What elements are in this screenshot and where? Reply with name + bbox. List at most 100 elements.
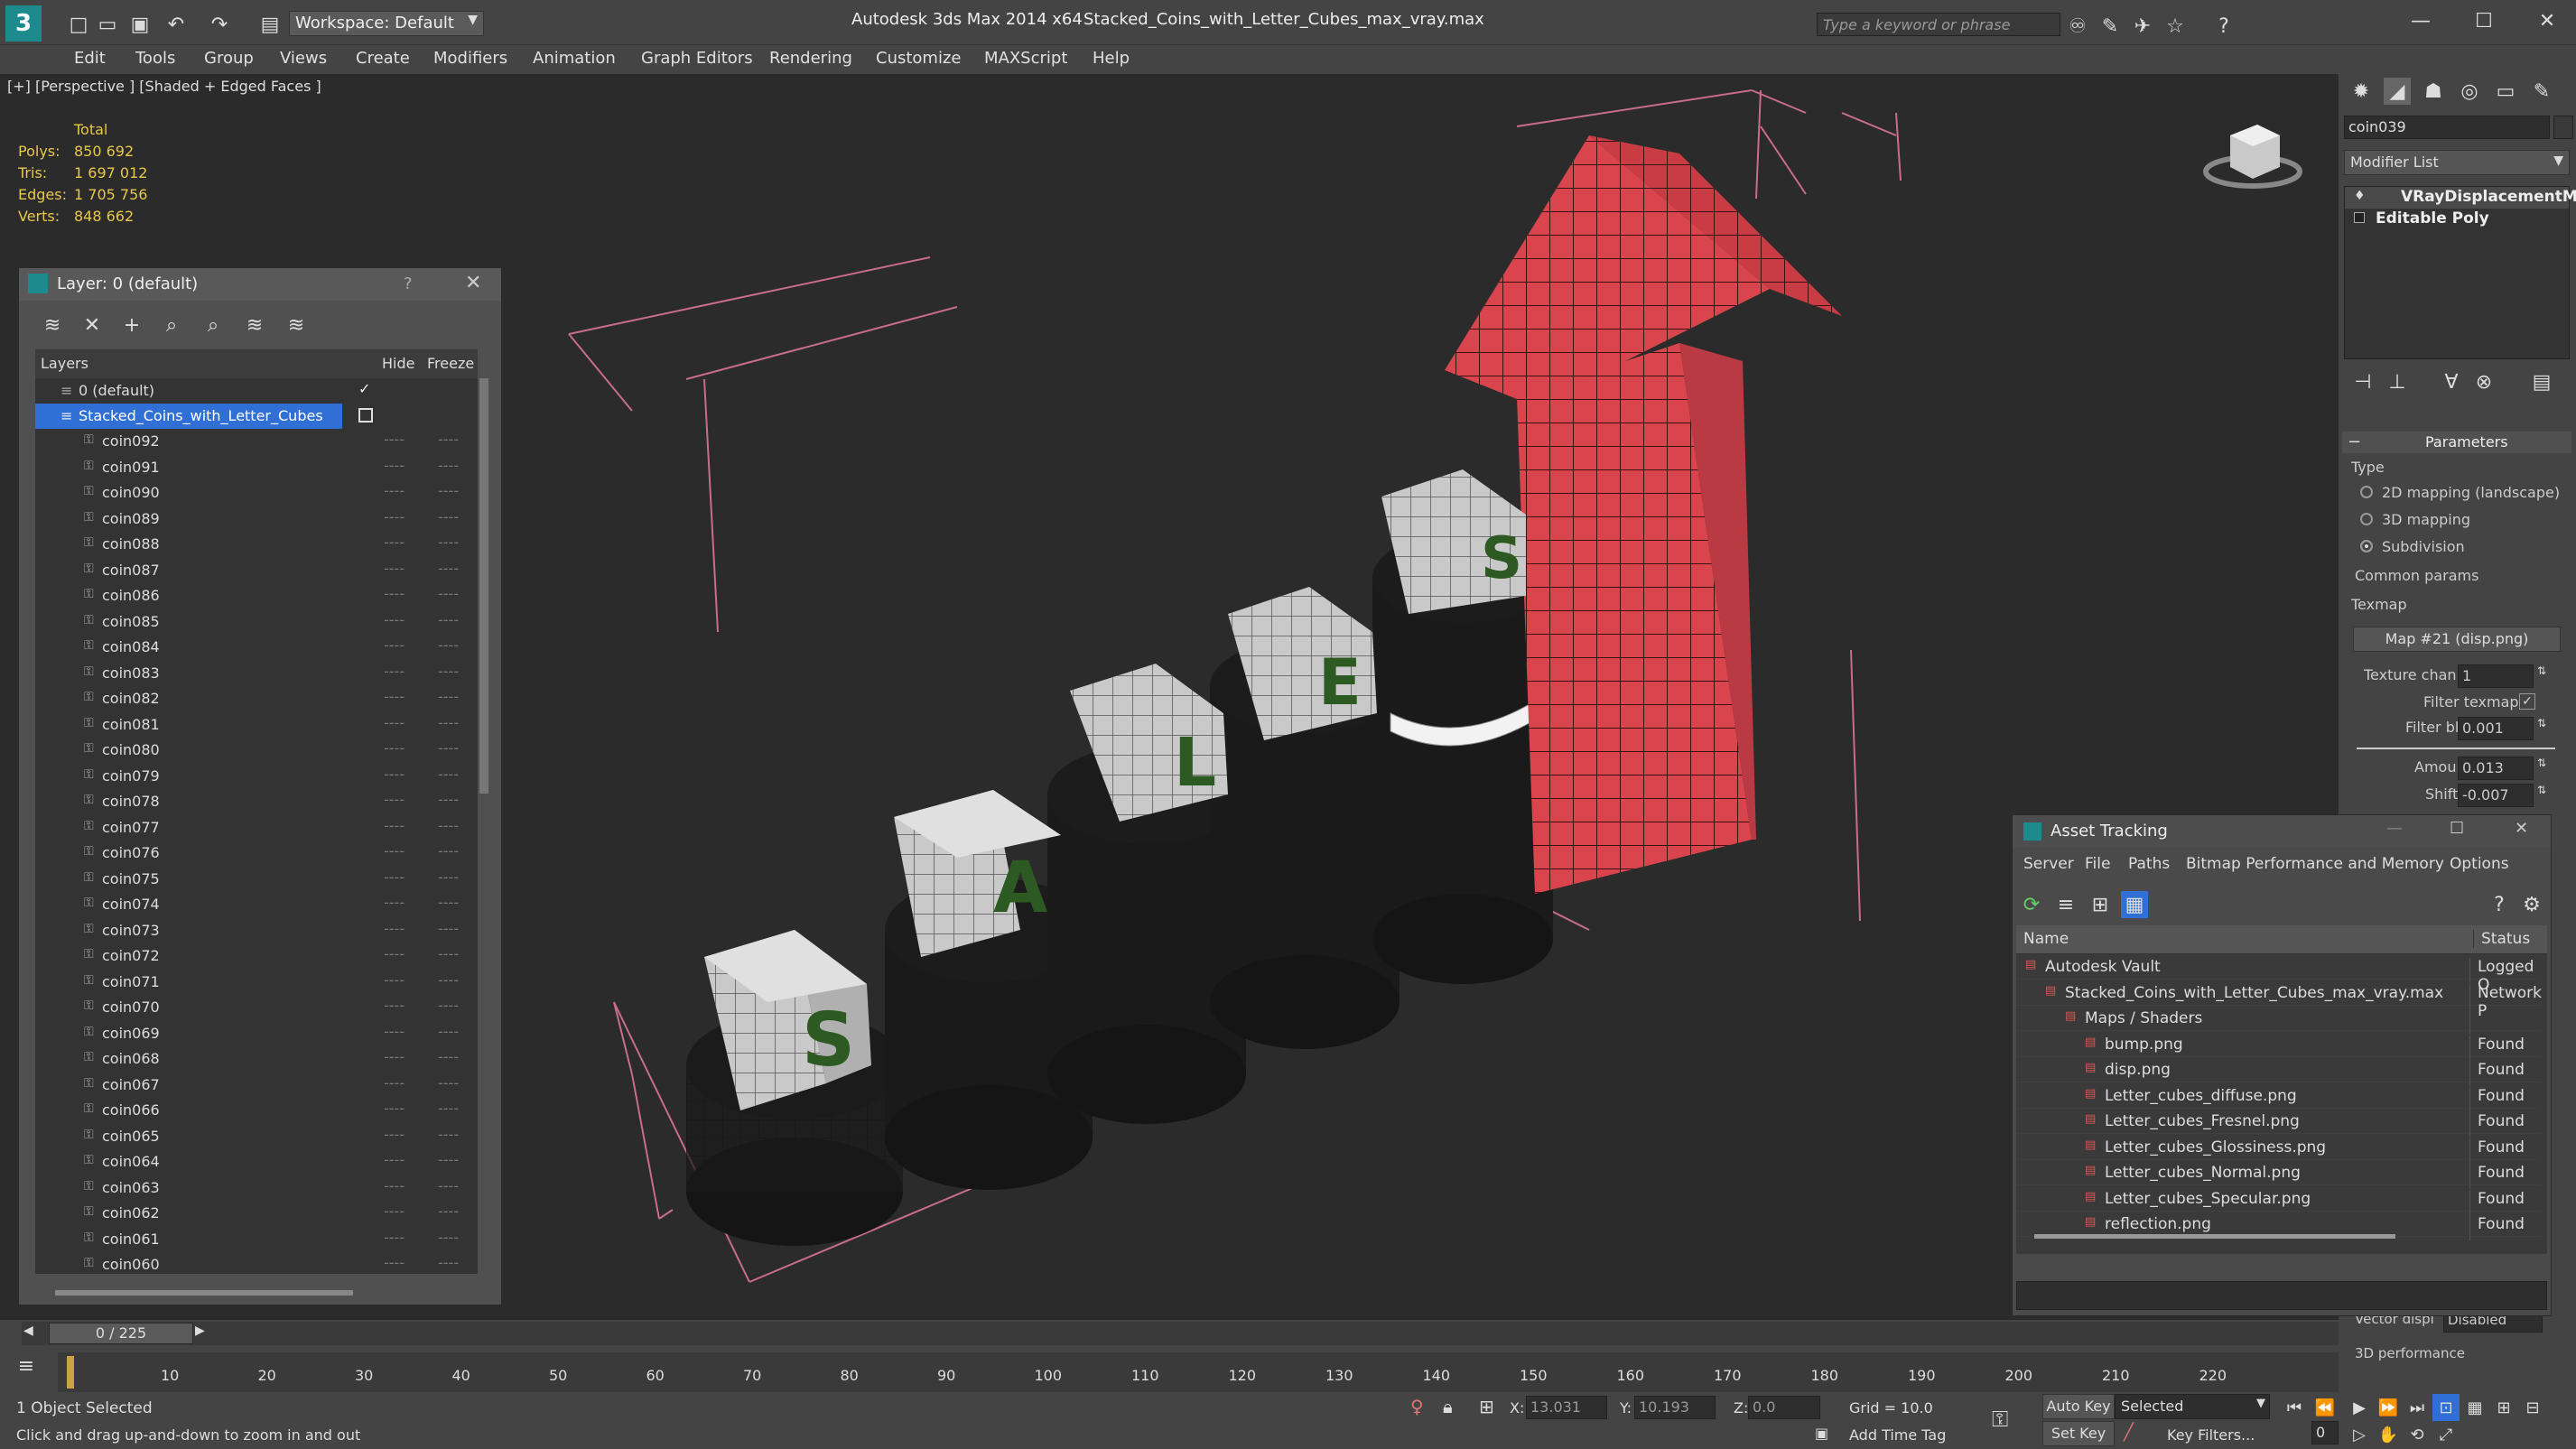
freeze-toggle[interactable]: ----: [438, 1229, 459, 1246]
current-frame-marker[interactable]: [67, 1356, 74, 1389]
asset-row[interactable]: ▤ Maps / Shaders: [2016, 1006, 2542, 1035]
hide-toggle[interactable]: ----: [384, 1126, 405, 1143]
option-3d-mapping[interactable]: 3D mapping: [2382, 511, 2470, 528]
freeze-toggle[interactable]: ----: [438, 1048, 459, 1065]
save-icon[interactable]: ▣: [126, 11, 153, 38]
menu-maxscript[interactable]: MAXScript: [984, 49, 1067, 68]
hide-toggle[interactable]: ----: [384, 534, 405, 551]
layer-row-selected[interactable]: ≡ Stacked_Coins_with_Letter_Cubes: [35, 404, 342, 429]
show-end-result-icon[interactable]: ⊥: [2384, 368, 2411, 395]
hide-toggle[interactable]: ----: [384, 945, 405, 962]
freeze-toggle[interactable]: ----: [438, 1074, 459, 1091]
hide-toggle[interactable]: ----: [384, 791, 405, 808]
freeze-toggle[interactable]: ----: [438, 1023, 459, 1040]
shift-spinner[interactable]: -0.007: [2458, 784, 2534, 807]
asset-row[interactable]: ▤ disp.png Found: [2016, 1057, 2542, 1086]
menu-edit[interactable]: Edit: [74, 49, 106, 68]
add-to-layer-icon[interactable]: +: [118, 311, 145, 339]
menu-customize[interactable]: Customize: [876, 49, 961, 68]
object-name-field[interactable]: coin039: [2344, 116, 2550, 139]
hide-toggle[interactable]: ----: [384, 560, 405, 577]
layer-object-row[interactable]: ⚿ coin092 ---- ----: [35, 429, 478, 454]
select-objects-icon[interactable]: ⌕: [158, 311, 185, 339]
asset-row[interactable]: ▤ Letter_cubes_Glossiness.png Found: [2016, 1135, 2542, 1164]
hide-toggle[interactable]: ----: [384, 1048, 405, 1065]
workspace-dropdown[interactable]: Workspace: Default ▼: [289, 11, 484, 36]
hide-toggle[interactable]: ----: [384, 1177, 405, 1194]
layer-checkbox-icon[interactable]: [358, 408, 373, 423]
current-frame-field[interactable]: 0: [2311, 1421, 2339, 1444]
close-icon[interactable]: ✕: [2534, 7, 2561, 34]
minimize-icon[interactable]: —: [2407, 7, 2434, 34]
remove-modifier-icon[interactable]: ⊗: [2470, 368, 2497, 395]
undo-icon[interactable]: ↶: [163, 11, 190, 38]
y-coordinate-field[interactable]: 10.193: [1634, 1396, 1716, 1419]
layer-object-row[interactable]: ⚿ coin073 ---- ----: [35, 918, 478, 943]
layer-panel-titlebar[interactable]: Layer: 0 (default) ? ✕: [19, 268, 501, 301]
hide-toggle[interactable]: ----: [384, 868, 405, 886]
hide-toggle[interactable]: ----: [384, 1254, 405, 1271]
freeze-toggle[interactable]: ----: [438, 457, 459, 474]
next-frame-icon[interactable]: ⏩: [2375, 1394, 2402, 1421]
asset-menu-server[interactable]: Server: [2023, 855, 2074, 873]
layer-object-row[interactable]: ⚿ coin068 ---- ----: [35, 1046, 478, 1072]
hide-toggle[interactable]: ----: [384, 842, 405, 859]
z-coordinate-field[interactable]: 0.0: [1748, 1396, 1820, 1419]
filter-texmap-checkbox[interactable]: ✓: [2519, 693, 2535, 710]
refresh-icon[interactable]: ⟳: [2018, 891, 2045, 918]
configure-modifier-icon[interactable]: ▤: [2528, 368, 2555, 395]
radio-3d-mapping[interactable]: [2360, 513, 2373, 525]
hide-toggle[interactable]: ----: [384, 508, 405, 525]
menu-create[interactable]: Create: [356, 49, 410, 68]
play-icon[interactable]: ▶: [2346, 1394, 2373, 1421]
menu-graph-editors[interactable]: Graph Editors: [641, 49, 753, 68]
key-filters-button[interactable]: Key Filters...: [2167, 1426, 2255, 1444]
col-freeze[interactable]: Freeze: [427, 355, 474, 372]
add-time-tag-button[interactable]: Add Time Tag: [1849, 1426, 1946, 1444]
hide-toggle[interactable]: ----: [384, 739, 405, 757]
layer-object-row[interactable]: ⚿ coin065 ---- ----: [35, 1124, 478, 1149]
layer-object-row[interactable]: ⚿ coin078 ---- ----: [35, 789, 478, 814]
set-key-button[interactable]: Set Key: [2042, 1421, 2115, 1446]
hide-toggle[interactable]: ----: [384, 611, 405, 628]
help-icon[interactable]: ?: [2210, 13, 2237, 40]
layer-scrollbar[interactable]: [479, 378, 488, 794]
orbit-icon[interactable]: ⟲: [2404, 1421, 2431, 1448]
layer-close-icon[interactable]: ✕: [465, 272, 481, 294]
time-slider-prev-icon[interactable]: ◀: [23, 1324, 33, 1338]
freeze-toggle[interactable]: ----: [438, 482, 459, 499]
hierarchy-tab-icon[interactable]: ☗: [2420, 78, 2447, 105]
go-to-end-icon[interactable]: ⏭: [2404, 1394, 2431, 1421]
freeze-toggle[interactable]: ----: [438, 534, 459, 551]
motion-tab-icon[interactable]: ◎: [2456, 78, 2483, 105]
freeze-toggle[interactable]: ----: [438, 636, 459, 654]
layer-object-row[interactable]: ⚿ coin085 ---- ----: [35, 609, 478, 635]
subscription-icon[interactable]: ✎: [2097, 13, 2124, 40]
freeze-toggle[interactable]: ----: [438, 945, 459, 962]
layer-object-row[interactable]: ⚿ coin064 ---- ----: [35, 1149, 478, 1175]
key-icon[interactable]: ⚿: [1992, 1407, 2008, 1432]
layer-object-row[interactable]: ⚿ coin082 ---- ----: [35, 686, 478, 711]
close-icon[interactable]: ✕: [2515, 819, 2528, 838]
freeze-toggle[interactable]: ----: [438, 817, 459, 834]
layer-object-row[interactable]: ⚿ coin074 ---- ----: [35, 892, 478, 917]
layer-object-row[interactable]: ⚿ coin088 ---- ----: [35, 532, 478, 557]
maximize-icon[interactable]: ☐: [2450, 819, 2464, 838]
hide-toggle[interactable]: ----: [384, 817, 405, 834]
zoom-all-icon[interactable]: ⊟: [2519, 1394, 2546, 1421]
col-hide[interactable]: Hide: [382, 355, 414, 372]
freeze-toggle[interactable]: ----: [438, 611, 459, 628]
asset-titlebar[interactable]: Asset Tracking — ☐ ✕: [2013, 815, 2551, 848]
menu-tools[interactable]: Tools: [135, 49, 175, 68]
freeze-toggle[interactable]: ----: [438, 766, 459, 783]
layer-object-row[interactable]: ⚿ coin091 ---- ----: [35, 455, 478, 480]
pin-stack-icon[interactable]: ⊣: [2349, 368, 2376, 395]
communication-center-icon[interactable]: ✈: [2129, 13, 2156, 40]
modify-tab-icon[interactable]: ◢: [2384, 78, 2411, 105]
create-tab-icon[interactable]: ✹: [2348, 78, 2375, 105]
favorites-star-icon[interactable]: ☆: [2162, 13, 2189, 40]
layer-object-row[interactable]: ⚿ coin081 ---- ----: [35, 712, 478, 738]
time-tag-icon[interactable]: ▣: [1815, 1425, 1828, 1442]
modifier-item-editable-poly[interactable]: Editable Poly: [2345, 209, 2569, 230]
asset-row[interactable]: ▤ Letter_cubes_diffuse.png Found: [2016, 1083, 2542, 1112]
